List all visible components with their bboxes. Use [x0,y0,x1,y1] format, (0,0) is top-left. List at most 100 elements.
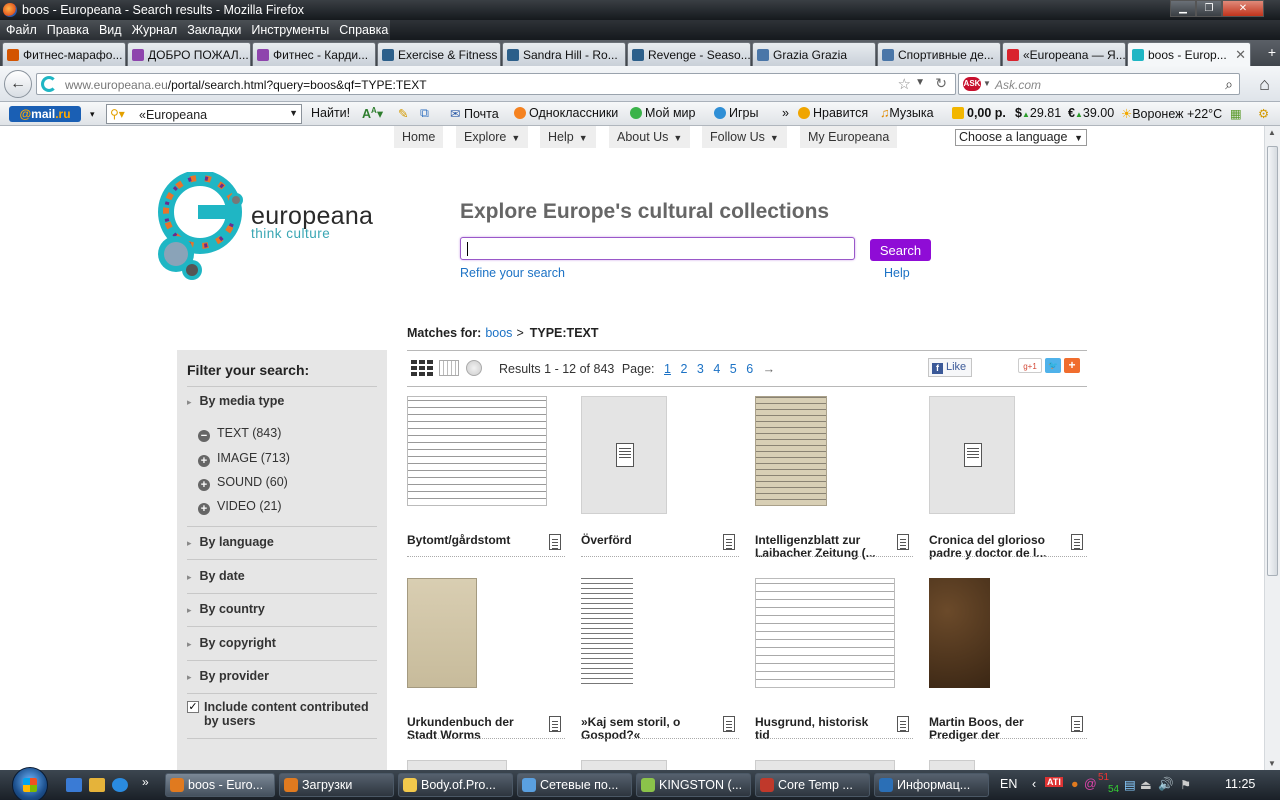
games-link[interactable]: Игры [714,106,758,120]
result-thumbnail[interactable] [755,578,895,688]
usd-rate[interactable]: $▲29.81 [1015,106,1061,120]
mailru-tray-icon[interactable]: @ [1084,777,1097,791]
volume-icon[interactable]: 🔊 [1158,777,1174,792]
result-thumbnail[interactable] [929,578,990,688]
grid-view-icon[interactable] [411,360,433,376]
facet-copyright[interactable]: By copyright [187,636,276,650]
network-icon[interactable]: ▤ [1124,777,1136,792]
result-title[interactable]: Bytomt/gårdstomt [407,534,537,547]
page-link-4[interactable]: 4 [713,362,720,376]
result-item[interactable]: Cronica del glorioso padre y doctor de l… [929,396,1087,560]
taskbar-button-2[interactable]: Загрузки [279,773,394,797]
nav-about-us[interactable]: About Us ▼ [609,126,691,148]
media-option-text[interactable]: − TEXT (843) [198,426,281,442]
tab-9[interactable]: «Europeana — Я... [1002,42,1126,66]
screenshot-icon[interactable]: ⧉ [420,106,429,121]
facet-date[interactable]: By date [187,569,245,583]
menu-edit[interactable]: Правка [47,23,89,37]
address-bar[interactable]: www.europeana.eu/portal/search.html?quer… [36,73,956,95]
tab-8[interactable]: Спортивные де... [877,42,1001,66]
nav-home[interactable]: Home [394,126,444,148]
taskbar-button-1[interactable]: boos - Euro... [165,773,275,797]
google-plus-icon[interactable]: g+1 [1018,358,1042,373]
twitter-icon[interactable]: 🐦 [1045,358,1061,373]
tab-5[interactable]: Sandra Hill - Ro... [502,42,626,66]
next-page-arrow-icon[interactable]: → [763,362,776,376]
back-button[interactable]: ← [4,70,32,98]
likes-link[interactable]: Нравится [798,106,868,120]
reload-icon[interactable]: ↻ [935,75,947,92]
result-thumbnail[interactable] [581,760,667,770]
media-option-sound[interactable]: + SOUND (60) [198,475,288,491]
language-select[interactable]: Choose a language ▼ [955,129,1087,146]
menu-help[interactable]: Справка [339,23,388,37]
eur-rate[interactable]: €▲39.00 [1068,106,1114,120]
scrollbar-thumb[interactable] [1267,146,1278,576]
mailru-find-button[interactable]: Найти! [311,106,350,120]
safely-remove-icon[interactable]: ⏏ [1140,777,1152,792]
tab-10[interactable]: boos - Europ... ✕ [1127,42,1251,66]
nav-my-europeana[interactable]: My Europeana [800,126,898,148]
search-button[interactable]: Search [870,239,931,261]
search-help-link[interactable]: Help [884,266,910,280]
balance-widget[interactable]: 0,00 р. [952,106,1006,120]
page-link-3[interactable]: 3 [697,362,704,376]
close-window-button[interactable]: ✕ [1222,0,1264,17]
internet-explorer-icon[interactable] [112,778,128,792]
result-item[interactable]: Överförd [581,396,739,560]
settings-gear-icon[interactable]: ⚙ [1258,106,1269,121]
menu-view[interactable]: Вид [99,23,122,37]
result-thumbnail[interactable] [755,760,895,770]
nav-explore[interactable]: Explore ▼ [456,126,529,148]
map-view-globe-icon[interactable] [466,360,482,376]
result-thumbnail[interactable] [407,760,507,770]
placeholder-thumbnail[interactable] [929,396,1015,514]
language-indicator[interactable]: EN [1000,777,1017,791]
media-option-video[interactable]: + VIDEO (21) [198,499,282,515]
bookmark-star-icon[interactable]: ☆ [898,75,911,93]
moymir-link[interactable]: Мой мир [630,106,696,120]
facet-media-type[interactable]: By media type [187,394,285,408]
result-item[interactable]: Husgrund, historisk tid [755,578,913,742]
weather-widget[interactable]: ☀Воронеж +22°C [1121,106,1222,121]
tray-expand-icon[interactable]: ‹ [1032,777,1036,791]
nav-help[interactable]: Help ▼ [540,126,596,148]
nav-follow-us[interactable]: Follow Us ▼ [702,126,787,148]
tab-4[interactable]: Exercise & Fitness [377,42,501,66]
start-button[interactable] [12,767,48,800]
timeline-view-icon[interactable] [439,360,459,376]
taskbar-button-7[interactable]: Информац... [874,773,989,797]
result-item[interactable]: Intelligenzblatt zur Laibacher Zeitung (… [755,396,913,560]
include-ugc-checkbox[interactable]: ✓ [187,701,199,713]
result-item[interactable]: Martin Boos, der Prediger der [929,578,1087,742]
cpu-temp-2[interactable]: 54 [1108,784,1119,795]
facet-provider[interactable]: By provider [187,669,269,683]
tab-7[interactable]: Grazia Grazia [752,42,876,66]
odnoklassniki-link[interactable]: Одноклассники [514,106,618,120]
facet-country[interactable]: By country [187,602,265,616]
result-thumbnail[interactable] [929,760,975,770]
taskbar-button-4[interactable]: Сетевые по... [517,773,632,797]
show-desktop-icon[interactable] [66,778,82,792]
explorer-icon[interactable] [89,778,105,792]
scroll-up-icon[interactable]: ▲ [1268,128,1276,137]
menu-bookmarks[interactable]: Закладки [187,23,241,37]
page-link-5[interactable]: 5 [730,362,737,376]
refine-search-link[interactable]: Refine your search [460,266,565,280]
flag-icon[interactable]: ⚑ [1180,777,1191,792]
page-link-1[interactable]: 1 [664,362,671,376]
mailru-search-dropdown-icon[interactable]: ▼ [289,108,298,118]
taskbar-button-6[interactable]: Core Temp ... [755,773,870,797]
addthis-plus-icon[interactable]: + [1064,358,1080,373]
search-magnifier-icon[interactable]: ⌕ [1225,76,1233,93]
tab-1[interactable]: Фитнес-марафо... [2,42,126,66]
menu-file[interactable]: Файл [6,23,37,37]
menu-tools[interactable]: Инструменты [251,23,329,37]
maximize-button[interactable]: ❐ [1196,0,1222,17]
minimize-button[interactable]: ▁ [1170,0,1196,17]
result-item[interactable]: »Kaj sem storil, o Gospod?« [581,578,739,742]
page-link-6[interactable]: 6 [746,362,753,376]
map-icon[interactable]: ▦ [1230,106,1242,121]
menu-history[interactable]: Журнал [132,23,178,37]
toolbar-overflow-icon[interactable]: » [782,106,789,120]
